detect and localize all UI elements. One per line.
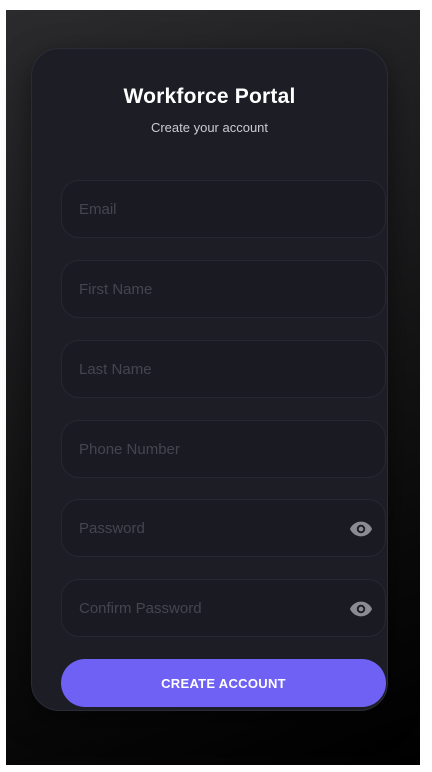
email-input[interactable] (62, 181, 385, 237)
confirm-password-field-container (61, 579, 386, 637)
password-field-container (61, 499, 386, 557)
first-name-field-container (61, 260, 386, 318)
first-name-input[interactable] (62, 261, 385, 317)
app-screen: Workforce Portal Create your account Ema… (6, 10, 420, 765)
email-field-container (61, 180, 386, 238)
eye-icon-graphic (350, 601, 372, 617)
eye-icon-graphic (350, 521, 372, 537)
last-name-input[interactable] (62, 341, 385, 397)
confirm-password-input[interactable] (62, 580, 385, 636)
password-input[interactable] (62, 500, 385, 556)
last-name-field-container (61, 340, 386, 398)
eye-icon[interactable] (349, 518, 373, 540)
page-subtitle: Create your account (150, 120, 269, 135)
eye-icon[interactable] (349, 598, 373, 620)
phone-number-input[interactable] (62, 421, 385, 477)
phone-field-container (61, 420, 386, 478)
signup-card: Workforce Portal Create your account Ema… (31, 48, 388, 711)
page-title: Workforce Portal (123, 85, 296, 108)
create-account-button[interactable]: CREATE ACCOUNT (61, 659, 386, 707)
